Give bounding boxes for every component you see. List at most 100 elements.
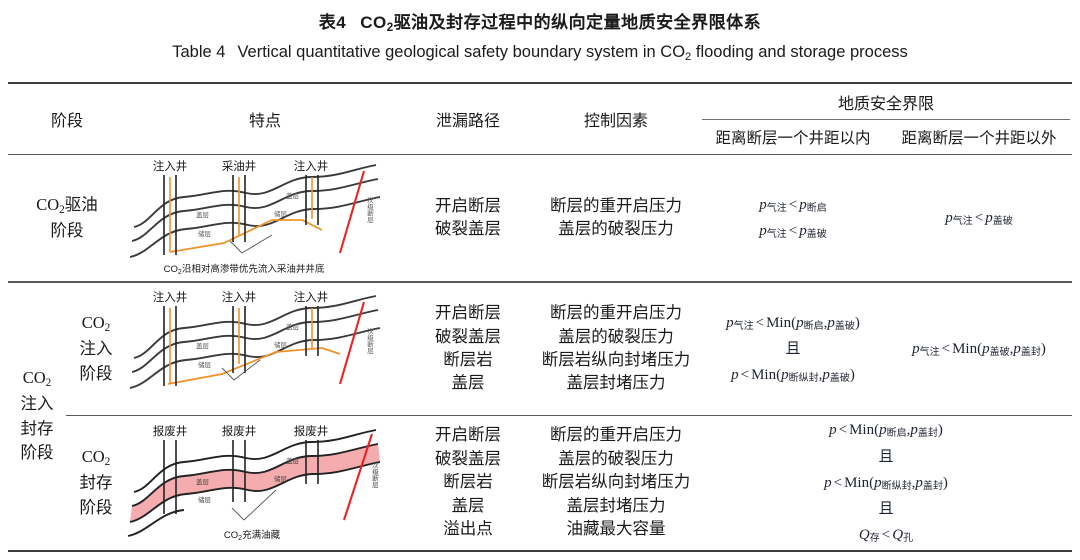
row3-within-formulas: p < Min(p断启,p盖封) 且 p < Min(p断纵封,p盖封) 且 Q存 < Q孔 (700, 415, 1072, 550)
geology-diagram-storage: 报废井 报废井 报废井 盖层 储层 盖层 储层 次级断层 CO2充满油藏 (127, 424, 381, 542)
row2-beyond-formulas: p气注 < Min(p盖破,p盖封) (886, 283, 1072, 416)
leak-path-item: 破裂盖层 (435, 327, 501, 346)
caption-leader (231, 489, 277, 521)
well-label: 注入井 (294, 159, 329, 173)
control-factor-item: 盖层封堵压力 (566, 374, 666, 393)
geology-diagram-flooding: 注入井 采油井 注入井 盖层 储层 盖层 储层 次级断层 CO2沿相对高渗带优先… (129, 159, 381, 276)
row1-control-factors: 断层的重开启压力 盖层的破裂压力 (532, 155, 700, 281)
table-body: CO2驱油 阶段 注入井 采油井 注入井 盖层 储层 盖层 储层 次级断层 CO… (8, 155, 1072, 281)
control-factor-item: 断层岩纵向封堵压力 (541, 473, 691, 492)
caprock-base-line (131, 308, 379, 373)
row3-stage-line2: 封存 (79, 472, 113, 492)
reservoir-label: 储层 (274, 209, 288, 218)
formula-conjunction: 且 (785, 340, 801, 357)
row1-stage: CO2驱油 阶段 (8, 155, 126, 281)
merged-stage-line1: CO2 (22, 368, 52, 390)
reservoir-label: 储层 (198, 495, 212, 504)
row1-leak-paths: 开启断层 破裂盖层 (404, 155, 532, 281)
leak-path-item: 断层岩 (443, 473, 493, 492)
row3-stage: CO2 封存 阶段 (66, 415, 126, 550)
leak-path-item: 开启断层 (435, 197, 501, 216)
co2-flow-path (167, 347, 341, 385)
well-label: 注入井 (222, 290, 257, 304)
fault-label: 次级断层 (366, 196, 374, 225)
row3-stage-line3: 阶段 (79, 497, 113, 517)
table-header: 阶段 特点 泄漏路径 控制因素 地质安全界限 距离断层一个井距以内 距离断层一个… (8, 84, 1072, 154)
table-figure: 表4 CO2驱油及封存过程中的纵向定量地质安全界限体系 Table 4 Vertic… (0, 8, 1080, 560)
leak-path-item: 断层岩 (443, 350, 493, 369)
merged-stage-line2: 注入 (20, 393, 54, 413)
caprock-label: 盖层 (286, 456, 300, 465)
table-body-merged: CO2 注入 封存 阶段 CO2 注入 阶段 注入井 注入井 注入井 盖层 储层… (8, 283, 1072, 550)
caption-leader (221, 359, 261, 381)
row2-stage-line3: 阶段 (79, 363, 113, 383)
control-factor-item: 断层的重开启压力 (550, 197, 682, 216)
control-factor-item: 断层岩纵向封堵压力 (541, 350, 691, 369)
merged-stage-label: CO2 注入 封存 阶段 (8, 283, 66, 550)
reservoir-label: 储层 (274, 340, 288, 349)
row2-control-factors: 断层的重开启压力 盖层的破裂压力 断层岩纵向封堵压力 盖层封堵压力 (532, 283, 700, 416)
caprock-label: 盖层 (196, 477, 210, 486)
header-stage: 阶段 (51, 113, 84, 131)
table-row: CO2驱油 阶段 注入井 采油井 注入井 盖层 储层 盖层 储层 次级断层 CO… (8, 155, 1072, 281)
control-factor-item: 断层的重开启压力 (550, 426, 682, 445)
row2-stage: CO2 注入 阶段 (66, 283, 126, 416)
well-label: 注入井 (153, 159, 188, 173)
merged-stage-line3: 封存 (20, 418, 54, 438)
control-factor-item: 盖层的破裂压力 (558, 327, 674, 346)
caprock-label: 盖层 (286, 322, 300, 331)
table-title-en-label: Table 4 (172, 42, 226, 61)
table-title-zh-label: 表4 (318, 13, 347, 32)
well-label: 报废井 (294, 424, 329, 438)
row2-leak-paths: 开启断层 破裂盖层 断层岩 盖层 (404, 283, 532, 416)
formula: p < Min(p断纵封,p盖破) (731, 367, 855, 385)
formula: p气注 < p盖破 (945, 210, 1013, 228)
control-factor-item: 油藏最大容量 (566, 520, 666, 539)
caprock-base-line (131, 178, 379, 243)
row3-stage-line1: CO2 (81, 447, 111, 469)
header-geo-safety-title: 地质安全界限 (838, 96, 935, 114)
formula: p < Min(p断纵封,p盖封) (824, 474, 948, 492)
diagram-caption: CO2沿相对高渗带优先流入采油井井底 (164, 263, 325, 276)
leak-path-item: 盖层 (451, 374, 485, 393)
formula: p气注 < p盖破 (759, 223, 827, 241)
fault-label: 次级断层 (366, 327, 374, 356)
row1-within-formulas: p气注 < p断启 p气注 < p盖破 (700, 155, 886, 281)
table-title-en-text: Vertical quantitative geological safety … (237, 42, 908, 63)
formula: p气注 < Min(p断启,p盖破) (726, 314, 860, 332)
row2-within-formulas: p气注 < Min(p断启,p盖破) 且 p < Min(p断纵封,p盖破) (700, 283, 886, 416)
row3-diagram-cell: 报废井 报废井 报废井 盖层 储层 盖层 储层 次级断层 CO2充满油藏 (126, 415, 404, 550)
control-factor-item: 盖层封堵压力 (566, 496, 666, 515)
table-title-zh: 表4 CO2驱油及封存过程中的纵向定量地质安全界限体系 (0, 8, 1080, 34)
header-leak-path: 泄漏路径 (436, 113, 501, 131)
well-casings (163, 305, 319, 386)
well-label: 注入井 (294, 290, 329, 304)
formula: Q存 < Q孔 (858, 527, 914, 545)
table-row: CO2 封存 阶段 报废井 报废井 报废井 盖层 储层 盖层 储层 次级断层 C… (8, 415, 1072, 550)
data-table: 阶段 特点 泄漏路径 控制因素 地质安全界限 距离断层一个井距以内 距离断层一个… (8, 82, 1072, 552)
formula-conjunction: 且 (878, 501, 894, 518)
diagram-caption: CO2充满油藏 (224, 529, 281, 542)
well-casings (163, 175, 319, 256)
fault-line (338, 171, 366, 254)
reservoir-label: 储层 (198, 229, 212, 238)
row2-diagram-cell: 注入井 注入井 注入井 盖层 储层 盖层 储层 次级断层 (126, 283, 404, 416)
leak-path-item: 溢出点 (443, 520, 493, 539)
table-row: CO2 注入 封存 阶段 CO2 注入 阶段 注入井 注入井 注入井 盖层 储层… (8, 283, 1072, 462)
row1-diagram-cell: 注入井 采油井 注入井 盖层 储层 盖层 储层 次级断层 CO2沿相对高渗带优先… (126, 155, 404, 281)
well-label: 报废井 (153, 424, 188, 438)
header-control-factor: 控制因素 (584, 113, 649, 131)
leak-path-item: 破裂盖层 (435, 449, 501, 468)
well-label: 注入井 (153, 290, 188, 304)
header-geo-safety-group: 地质安全界限 距离断层一个井距以内 距离断层一个井距以外 (700, 84, 1072, 154)
caprock-label: 盖层 (196, 341, 210, 350)
row2-stage-line2: 注入 (79, 338, 113, 358)
merged-stage-line4: 阶段 (20, 443, 54, 463)
control-factor-item: 盖层的破裂压力 (558, 220, 674, 239)
geology-diagram-injection: 注入井 注入井 注入井 盖层 储层 盖层 储层 次级断层 (129, 290, 381, 389)
formula: p气注 < Min(p盖破,p盖封) (912, 340, 1046, 358)
row3-control-factors: 断层的重开启压力 盖层的破裂压力 断层岩纵向封堵压力 盖层封堵压力 油藏最大容量 (532, 415, 700, 550)
leak-path-item: 盖层 (451, 496, 485, 515)
fault-line (338, 301, 366, 385)
row1-stage-line2: 阶段 (50, 220, 84, 240)
